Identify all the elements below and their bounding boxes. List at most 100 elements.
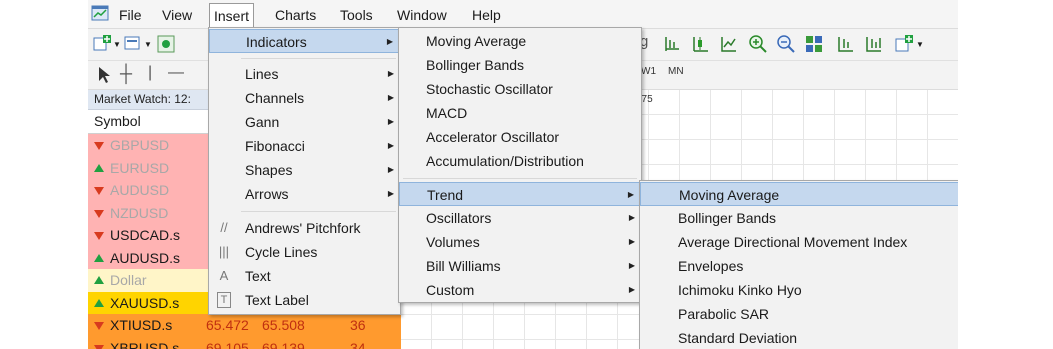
- submenu-arrow-icon: ▶: [628, 285, 635, 294]
- symbol-name: XAUUSD.s: [110, 294, 180, 311]
- vertical-line-icon[interactable]: |: [148, 64, 152, 82]
- menu-charts[interactable]: Charts: [273, 5, 318, 25]
- menu-item-label: Parabolic SAR: [678, 306, 770, 322]
- menu-item-cycle-lines[interactable]: ||| Cycle Lines: [209, 240, 400, 264]
- menu-window[interactable]: Window: [395, 5, 449, 25]
- arrow-down-icon: [94, 209, 104, 218]
- add-indicator-icon[interactable]: [894, 34, 914, 54]
- new-chart-icon[interactable]: [92, 34, 112, 54]
- arrow-down-icon: [94, 322, 104, 330]
- crosshair-icon[interactable]: ┼: [120, 64, 132, 84]
- menu-item-label: Lines: [245, 66, 279, 82]
- bar-chart-icon[interactable]: [662, 34, 682, 54]
- menu-tools[interactable]: Tools: [338, 5, 375, 25]
- menu-item-andrews-pitchfork[interactable]: // Andrews' Pitchfork: [209, 216, 400, 240]
- autoscroll-icon[interactable]: [864, 34, 884, 54]
- menu-item-label: Accelerator Oscillator: [426, 129, 560, 145]
- menu-item-label: Custom: [426, 282, 475, 298]
- menu-item-volumes[interactable]: Volumes ▶: [399, 230, 641, 254]
- menu-item-lines[interactable]: Lines ▶: [209, 62, 400, 86]
- menu-item-indicator[interactable]: Bollinger Bands: [399, 53, 641, 77]
- menu-item-trend-indicator[interactable]: Moving Average: [640, 182, 958, 206]
- menu-item-indicator[interactable]: Moving Average: [399, 29, 641, 53]
- arrow-up-icon: [94, 163, 104, 172]
- chevron-down-icon[interactable]: ▼: [113, 40, 121, 49]
- chevron-down-icon[interactable]: ▼: [144, 40, 152, 49]
- submenu-arrow-icon: ▶: [628, 237, 635, 246]
- submenu-arrow-icon: ▶: [387, 93, 394, 102]
- chart-shift-icon[interactable]: [836, 34, 856, 54]
- submenu-arrow-icon: ▶: [628, 213, 635, 222]
- menu-item-label: Indicators: [246, 34, 307, 50]
- text-icon: A: [219, 268, 229, 283]
- symbol-name: EURUSD: [110, 159, 170, 176]
- menu-item-indicators[interactable]: Indicators ▶: [209, 29, 400, 53]
- menu-item-label: Text: [245, 268, 271, 284]
- menu-help[interactable]: Help: [470, 5, 503, 25]
- app-icon: [91, 5, 109, 21]
- bid-value: 69.105: [206, 339, 249, 349]
- menu-item-arrows[interactable]: Arrows ▶: [209, 182, 400, 206]
- menu-item-fibonacci[interactable]: Fibonacci ▶: [209, 134, 400, 158]
- arrow-down-icon: [94, 187, 104, 195]
- ask-value: 65.508: [262, 317, 305, 333]
- timeframe-mn[interactable]: MN: [668, 66, 684, 77]
- menu-item-custom[interactable]: Custom ▶: [399, 278, 641, 302]
- menu-item-label: Ichimoku Kinko Hyo: [678, 282, 802, 298]
- menu-item-label: Volumes: [426, 234, 480, 250]
- menu-item-indicator[interactable]: Stochastic Oscillator: [399, 77, 641, 101]
- submenu-arrow-icon: ▶: [628, 261, 635, 270]
- menu-item-indicator[interactable]: Accelerator Oscillator: [399, 125, 641, 149]
- symbol-name: AUDUSD.s: [110, 249, 181, 266]
- chevron-down-icon[interactable]: ▼: [916, 40, 924, 49]
- candlestick-icon[interactable]: [691, 34, 711, 54]
- menu-item-trend-indicator[interactable]: Parabolic SAR: [640, 302, 958, 326]
- tile-windows-icon[interactable]: [804, 34, 824, 54]
- menu-item-trend[interactable]: Trend ▶: [399, 182, 641, 206]
- zoom-in-icon[interactable]: [748, 34, 768, 54]
- menu-item-trend-indicator[interactable]: Standard Deviation: [640, 326, 958, 349]
- table-row[interactable]: XTIUSD.s 65.472 65.508 36: [88, 314, 401, 337]
- menu-item-label: MACD: [426, 105, 468, 121]
- menu-item-bill-williams[interactable]: Bill Williams ▶: [399, 254, 641, 278]
- menu-item-text[interactable]: A Text: [209, 264, 400, 288]
- menu-item-label: Cycle Lines: [245, 244, 318, 260]
- menu-insert[interactable]: Insert: [209, 3, 255, 29]
- symbol-name: Dollar: [110, 272, 147, 288]
- menu-view[interactable]: View: [160, 5, 194, 25]
- ask-value: 69.139: [262, 339, 305, 349]
- menu-item-trend-indicator[interactable]: Bollinger Bands: [640, 206, 958, 230]
- menu-item-indicator[interactable]: MACD: [399, 101, 641, 125]
- menu-item-label: Oscillators: [426, 210, 492, 226]
- menu-item-label: Gann: [245, 114, 280, 130]
- menu-item-gann[interactable]: Gann ▶: [209, 110, 400, 134]
- horizontal-line-icon[interactable]: —: [168, 64, 184, 82]
- line-chart-icon[interactable]: [719, 34, 739, 54]
- spread-value: 36: [350, 317, 366, 333]
- submenu-arrow-icon: ▶: [387, 69, 394, 78]
- menubar: File View Insert Charts Tools Window Hel…: [88, 0, 958, 29]
- menu-item-text-label[interactable]: T Text Label: [209, 288, 400, 312]
- menu-item-oscillators[interactable]: Oscillators ▶: [399, 206, 641, 230]
- terminal-window: File View Insert Charts Tools Window Hel…: [88, 0, 958, 349]
- cursor-icon[interactable]: [94, 65, 114, 85]
- menu-item-trend-indicator[interactable]: Average Directional Movement Index: [640, 230, 958, 254]
- cycle-lines-icon: |||: [218, 244, 230, 259]
- market-watch-icon[interactable]: [156, 34, 176, 54]
- menu-item-trend-indicator[interactable]: Ichimoku Kinko Hyo: [640, 278, 958, 302]
- menu-item-channels[interactable]: Channels ▶: [209, 86, 400, 110]
- timeframe-w1[interactable]: W1: [641, 66, 656, 77]
- menu-item-trend-indicator[interactable]: Envelopes: [640, 254, 958, 278]
- menu-item-indicator[interactable]: Accumulation/Distribution: [399, 149, 641, 173]
- indicators-submenu: Moving Average Bollinger Bands Stochastic …: [398, 27, 642, 303]
- menu-separator: [403, 178, 637, 179]
- menu-item-shapes[interactable]: Shapes ▶: [209, 158, 400, 182]
- spread-value: 34: [350, 339, 366, 349]
- profiles-icon[interactable]: [123, 34, 143, 54]
- menu-item-label: Channels: [245, 90, 305, 106]
- menu-item-label: Average Directional Movement Index: [678, 234, 908, 250]
- arrow-up-icon: [94, 298, 104, 307]
- table-row[interactable]: XBRUSD.s 69.105 69.139 34: [88, 336, 401, 349]
- menu-file[interactable]: File: [117, 5, 144, 25]
- zoom-out-icon[interactable]: [776, 34, 796, 54]
